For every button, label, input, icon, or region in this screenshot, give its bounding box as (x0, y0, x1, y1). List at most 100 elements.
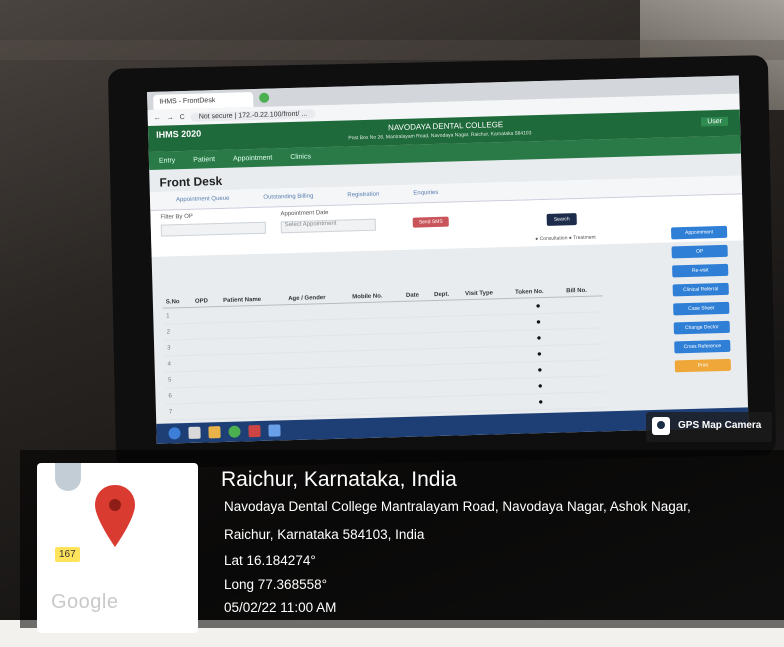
tab-outstanding-billing[interactable]: Outstanding Billing (263, 193, 313, 200)
nav-item-entry[interactable]: Entry (159, 157, 176, 164)
nav-item-appointment[interactable]: Appointment (233, 154, 272, 162)
table-cell (288, 398, 353, 417)
table-cell (565, 359, 606, 377)
table-cell (405, 380, 434, 398)
address-line-2: Raichur, Karnataka 584103, India (224, 527, 425, 542)
table-cell (287, 382, 353, 401)
table-cell: 7 (165, 403, 196, 421)
table-cell (463, 346, 515, 364)
col-header[interactable]: OPD (191, 296, 221, 308)
table-cell (220, 304, 286, 323)
table-cell (431, 299, 463, 317)
forward-icon[interactable]: → (167, 114, 174, 121)
explorer-icon[interactable] (188, 426, 201, 439)
new-tab-icon[interactable] (259, 92, 270, 103)
table-cell (404, 348, 434, 366)
table-cell (286, 350, 352, 369)
tab-appointment-queue[interactable]: Appointment Queue (176, 196, 230, 203)
table-cell: ● (513, 344, 566, 363)
table-cell (564, 343, 605, 361)
filter-label-op: Filter By OP (160, 213, 193, 221)
table-cell: ● (514, 392, 567, 411)
route-number-badge: 167 (55, 547, 80, 562)
table-cell (404, 332, 433, 350)
table-cell (221, 336, 287, 355)
search-button[interactable]: Search (546, 213, 577, 226)
table-cell (464, 394, 516, 412)
tab-registration[interactable]: Registration (347, 192, 379, 199)
table-cell (563, 295, 604, 313)
change-doctor-button[interactable]: Change Doctor (673, 320, 730, 335)
map-road (55, 463, 81, 491)
table-cell (349, 317, 405, 335)
gps-camera-badge: GPS Map Camera (646, 412, 772, 442)
table-cell (462, 314, 514, 332)
table-cell (285, 302, 350, 321)
camera-label: GPS Map Camera (678, 420, 762, 431)
table-cell (431, 315, 464, 333)
table-cell (349, 301, 404, 319)
table-cell (194, 402, 224, 420)
appointment-date-input[interactable]: Select Appointment (280, 218, 376, 234)
location-title: Raichur, Karnataka, India (221, 468, 457, 491)
folder-icon[interactable] (208, 426, 221, 439)
reload-icon[interactable]: C (180, 113, 185, 120)
tab-enquiries[interactable]: Enquiries (413, 190, 438, 197)
table-cell (405, 396, 435, 414)
table-cell (432, 347, 465, 365)
table-cell (432, 331, 464, 349)
table-cell (222, 384, 289, 403)
nav-item-patient[interactable]: Patient (193, 156, 215, 164)
table-cell (193, 338, 222, 356)
table-cell: 3 (163, 339, 194, 357)
cross-reference-button[interactable]: Cross Reference (674, 339, 731, 354)
table-cell (351, 365, 406, 383)
send-sms-button[interactable]: Send SMS (412, 216, 449, 228)
chrome-icon[interactable] (228, 425, 241, 438)
map-pin-icon (95, 485, 135, 547)
table-cell (285, 318, 351, 337)
table-cell (193, 370, 223, 388)
filter-op-select[interactable] (160, 221, 267, 237)
window-icon[interactable] (268, 424, 281, 437)
table-cell (222, 400, 289, 419)
print-button[interactable]: Print (674, 358, 732, 373)
table-cell: ● (514, 376, 567, 395)
appointment-button[interactable]: Appointment (670, 225, 728, 240)
user-menu[interactable]: User (701, 116, 729, 127)
op-button[interactable]: OP (671, 244, 728, 259)
table-cell: 5 (164, 371, 195, 389)
browser-tab[interactable]: IHMS - FrontDesk (153, 92, 254, 110)
case-sheet-button[interactable]: Case Sheet (673, 301, 730, 316)
url-field[interactable]: Not secure | 172.-0.22.100/front/ ... (190, 108, 316, 122)
table-cell (463, 330, 514, 348)
table-cell (351, 381, 406, 399)
table-cell (194, 386, 223, 404)
app-icon[interactable] (248, 424, 261, 438)
table-cell (462, 298, 513, 316)
table-cell (220, 320, 287, 339)
camera-icon (652, 417, 670, 435)
table-cell (403, 300, 432, 318)
app-logo[interactable]: IHMS 2020 (156, 129, 201, 140)
clinical-referral-button[interactable]: Clinical Referral (672, 282, 729, 297)
col-header[interactable]: Date (402, 290, 432, 302)
table-cell (350, 349, 405, 367)
table-cell (464, 362, 515, 380)
status-legend: ● Consultation ● Treatment (535, 234, 596, 243)
college-name: NAVODAYA DENTAL COLLEGE (387, 120, 504, 133)
table-cell (192, 306, 221, 324)
table-cell (222, 368, 288, 387)
nav-item-clinics[interactable]: Clinics (290, 153, 311, 161)
revisit-button[interactable]: Re-visit (672, 263, 729, 278)
table-cell: ● (512, 296, 564, 315)
start-icon[interactable] (168, 427, 181, 440)
table-cell (193, 354, 223, 372)
back-icon[interactable]: ← (154, 114, 161, 121)
table-cell (287, 366, 352, 385)
latitude: Lat 16.184274° (224, 553, 316, 568)
table-cell (563, 311, 604, 329)
table-cell (433, 395, 466, 413)
table-cell (350, 333, 405, 351)
college-address: Post Box No 26, Mantralayam Road, Navoda… (348, 130, 532, 142)
